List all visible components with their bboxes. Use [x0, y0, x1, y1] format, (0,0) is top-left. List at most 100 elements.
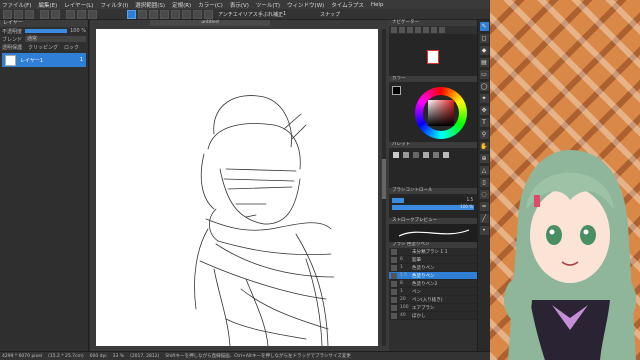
- palette-panel: [389, 148, 477, 188]
- menu-item[interactable]: レイヤー(L): [64, 1, 93, 9]
- navigator-preview[interactable]: [389, 34, 477, 76]
- brush-icon: [391, 248, 397, 255]
- drawing-canvas[interactable]: [96, 29, 378, 347]
- lasso-tool-icon[interactable]: ◯: [479, 82, 489, 91]
- menu-item[interactable]: 定規(R): [172, 1, 191, 9]
- blend-mode-select[interactable]: 通常: [25, 36, 86, 42]
- brush-opacity-slider[interactable]: 100 %: [392, 204, 474, 210]
- gradient-tool-icon[interactable]: ▤: [479, 58, 489, 67]
- pen-tool-button[interactable]: [127, 10, 136, 19]
- correction-value[interactable]: 1: [283, 11, 286, 17]
- brush-list: 未分類ブラシ 1 1 6 鉛筆 1 色塗りペン 1.5 色塗りペン 8 色塗りペン2 1 ペン 20 ペ…: [389, 248, 477, 320]
- select-tool-icon[interactable]: ▭: [479, 70, 489, 79]
- saturation-value-square[interactable]: [428, 100, 454, 126]
- brush-item[interactable]: 1 ペン: [389, 288, 477, 296]
- hand-tool-button[interactable]: [182, 10, 191, 19]
- move-tool-button[interactable]: [171, 10, 180, 19]
- zoom-tool-icon[interactable]: ⊕: [479, 154, 489, 163]
- fill-tool-button[interactable]: [149, 10, 158, 19]
- brush-item[interactable]: 6 鉛筆: [389, 256, 477, 264]
- undo-button[interactable]: [40, 10, 49, 19]
- line-tool-icon[interactable]: ╱: [479, 214, 489, 223]
- fill-tool-icon[interactable]: ◆: [479, 46, 489, 55]
- lock-checkbox[interactable]: ロック: [64, 44, 79, 51]
- menu-item[interactable]: 編集(E): [38, 1, 57, 9]
- new-file-button[interactable]: [3, 10, 12, 19]
- palette-swatch[interactable]: [402, 152, 409, 158]
- palette-swatch[interactable]: [393, 152, 399, 158]
- palette-swatch[interactable]: [412, 152, 419, 158]
- brush-item[interactable]: 1 色塗りペン: [389, 264, 477, 272]
- status-cm: (15.2 * 25.7cm): [48, 353, 84, 359]
- palette-swatch[interactable]: [432, 152, 439, 158]
- deselect-button[interactable]: [66, 10, 75, 19]
- text-tool-icon[interactable]: T: [479, 118, 489, 127]
- blur-tool-icon[interactable]: ◌: [479, 190, 489, 199]
- status-bar: 4299 * 6070 pixel (15.2 * 25.7cm) 600 dp…: [0, 351, 500, 360]
- hand-tool-icon[interactable]: ✋: [479, 142, 489, 151]
- snap-label[interactable]: スナップ: [320, 11, 340, 18]
- rotate-left-icon[interactable]: [415, 27, 421, 33]
- menu-item[interactable]: カラー(C): [198, 1, 223, 9]
- antialias-label[interactable]: アンチエイリアス: [218, 11, 258, 18]
- brush-item[interactable]: 8 色塗りペン2: [389, 280, 477, 288]
- flip-icon[interactable]: [439, 27, 445, 33]
- menu-item[interactable]: 表示(V): [230, 1, 249, 9]
- canvas-vertical-scrollbar[interactable]: [382, 29, 386, 346]
- dot-tool-icon[interactable]: •: [479, 226, 489, 235]
- brush-size-slider[interactable]: 1.5: [392, 197, 474, 203]
- select-tool-button[interactable]: [160, 10, 169, 19]
- palette-swatch[interactable]: [442, 152, 449, 158]
- save-file-button[interactable]: [25, 10, 34, 19]
- reset-rotation-icon[interactable]: [431, 27, 437, 33]
- brush-item[interactable]: 未分類ブラシ 1 1: [389, 248, 477, 256]
- menu-item[interactable]: タイムラプス: [331, 1, 364, 9]
- layer-item[interactable]: レイヤー1 1: [2, 53, 86, 67]
- eyedropper-tool-icon[interactable]: ⚲: [479, 130, 489, 139]
- zoom-out-icon[interactable]: [399, 27, 405, 33]
- opacity-slider[interactable]: [25, 29, 68, 33]
- sketch-lines: [194, 95, 335, 347]
- menu-item[interactable]: フィルタ(I): [100, 1, 128, 9]
- text-tool-button[interactable]: [204, 10, 213, 19]
- status-dpi: 600 dpi: [89, 353, 107, 359]
- brush-item[interactable]: 20 ペン(入り抜き): [389, 296, 477, 304]
- layer-panel-title: レイヤー: [0, 20, 88, 27]
- navigator-toolbar: [389, 26, 477, 34]
- color-wheel[interactable]: [415, 87, 467, 139]
- protect-alpha-checkbox[interactable]: 透明保護: [2, 44, 22, 51]
- brush-item[interactable]: 1.5 色塗りペン: [389, 272, 477, 280]
- rotate-right-icon[interactable]: [423, 27, 429, 33]
- navigator-thumbnail: [427, 50, 439, 64]
- zoom-in-icon[interactable]: [391, 27, 397, 33]
- scrollbar-thumb[interactable]: [382, 159, 386, 199]
- menu-item[interactable]: ウィンドウ(W): [287, 1, 324, 9]
- menu-item[interactable]: 選択範囲(S): [135, 1, 165, 9]
- vtuber-avatar-illustration: [504, 150, 636, 360]
- document-tab[interactable]: untitled: [150, 20, 270, 26]
- clipping-checkbox[interactable]: クリッピング: [28, 44, 58, 51]
- menu-item[interactable]: ツール(T): [256, 1, 280, 9]
- brush-control-panel: 1.5 100 %: [389, 194, 477, 218]
- eraser-tool-icon[interactable]: ◻: [479, 34, 489, 43]
- invert-selection-button[interactable]: [77, 10, 86, 19]
- brush-icon: [391, 280, 397, 287]
- palette-swatch[interactable]: [422, 152, 429, 158]
- show-selection-button[interactable]: [88, 10, 97, 19]
- brush-item[interactable]: 100 エアブラシ: [389, 304, 477, 312]
- shape-tool-icon[interactable]: △: [479, 166, 489, 175]
- fit-icon[interactable]: [407, 27, 413, 33]
- foreground-color-swatch[interactable]: [392, 86, 401, 95]
- wand-tool-icon[interactable]: ✦: [479, 94, 489, 103]
- menu-item[interactable]: ファイル(F): [2, 1, 31, 9]
- ruler-tool-icon[interactable]: ▯: [479, 178, 489, 187]
- brush-item[interactable]: 40 ぼかし: [389, 312, 477, 320]
- eraser-tool-button[interactable]: [138, 10, 147, 19]
- redo-button[interactable]: [51, 10, 60, 19]
- eyedropper-tool-button[interactable]: [193, 10, 202, 19]
- pen-tool-icon[interactable]: ✎: [479, 22, 489, 31]
- smudge-tool-icon[interactable]: ≈: [479, 202, 489, 211]
- menu-item[interactable]: Help: [371, 2, 384, 8]
- move-tool-icon[interactable]: ✥: [479, 106, 489, 115]
- open-file-button[interactable]: [14, 10, 23, 19]
